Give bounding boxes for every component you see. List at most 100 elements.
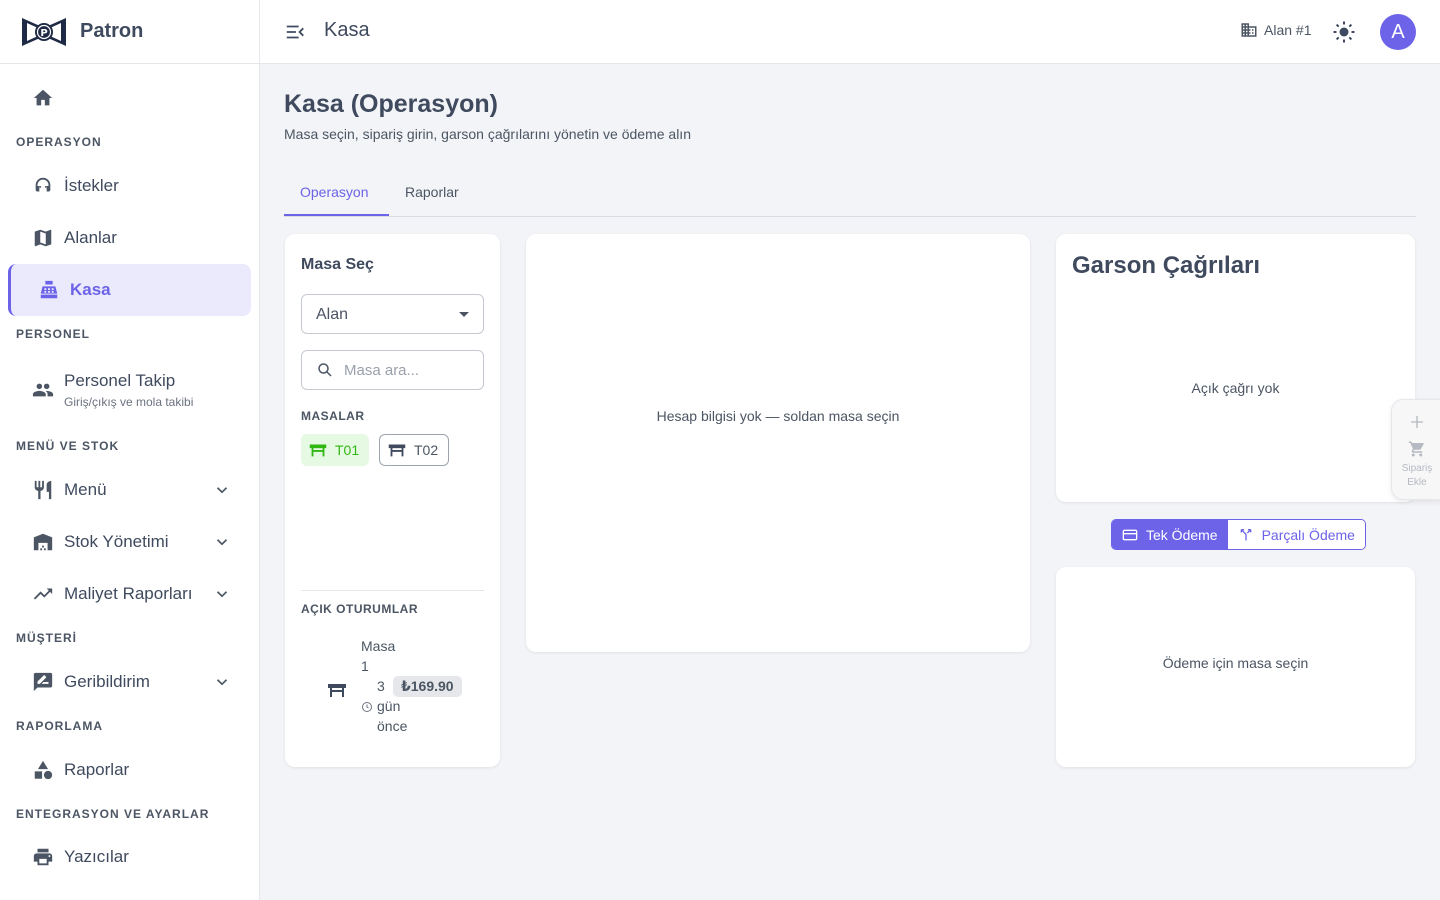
section-operasyon: OPERASYON: [16, 135, 102, 149]
search-icon: [318, 363, 332, 377]
chevron-down-icon: [216, 539, 228, 546]
sidebar: P Patron OPERASYON İstekler Alanlar Kasa…: [0, 0, 260, 900]
avatar[interactable]: A: [1380, 14, 1416, 50]
table-icon: [388, 444, 406, 457]
table-search: [301, 350, 484, 390]
area-dropdown[interactable]: Alan: [301, 294, 484, 334]
payment-card: Ödeme için masa seçin: [1056, 567, 1415, 767]
cash-register-icon: [40, 280, 58, 299]
call-split-icon: [1240, 528, 1251, 540]
sidebar-item-kasa[interactable]: Kasa: [8, 264, 251, 316]
svg-text:P: P: [40, 28, 47, 39]
tables-label: MASALAR: [301, 409, 365, 423]
caret-down-icon: [459, 312, 469, 317]
sidebar-item-geribildirim[interactable]: Geribildirim: [8, 656, 251, 708]
cart-icon: [1408, 441, 1424, 457]
area-dropdown-value: Alan: [316, 306, 349, 323]
chevron-down-icon: [216, 679, 228, 686]
sidebar-item-label: Personel Takip: [64, 371, 176, 390]
add-order-label: Sipariş Ekle: [1401, 463, 1433, 488]
section-menu-stok: MENÜ VE STOK: [16, 439, 120, 453]
clock-icon: [362, 702, 372, 712]
section-musteri: MÜŞTERİ: [16, 631, 77, 645]
payment-mode-toggle: Tek Ödeme Parçalı Ödeme: [1111, 519, 1366, 550]
tabs: Operasyon Raporlar: [284, 176, 1416, 217]
table-chip-t02[interactable]: T02: [379, 434, 450, 466]
sidebar-item-label: Stok Yönetimi: [64, 532, 169, 551]
sidebar-item-istekler[interactable]: İstekler: [8, 160, 251, 212]
sidebar-item-label: Menü: [64, 480, 107, 499]
sidebar-item-yazicilar[interactable]: Yazıcılar: [8, 831, 251, 883]
page-title: Kasa (Operasyon): [284, 90, 498, 118]
support-agent-icon: [35, 177, 51, 192]
printer-icon: [33, 848, 53, 866]
sidebar-item-raporlar[interactable]: Raporlar: [8, 744, 251, 796]
split-payment-label: Parçalı Ödeme: [1261, 526, 1355, 543]
masa-select-title: Masa Seç: [301, 256, 374, 273]
table-chip-label: T01: [335, 442, 360, 458]
account-empty-text: Hesap bilgisi yok — soldan masa seçin: [656, 408, 900, 424]
credit-card-icon: [1122, 529, 1138, 540]
sidebar-item-sublabel: Giriş/çıkış ve mola takibi: [64, 395, 194, 409]
people-icon: [32, 383, 54, 397]
sidebar-item-personel-takip[interactable]: Personel Takip Giriş/çıkış ve mola takib…: [8, 362, 251, 418]
section-entegrasyon: ENTEGRASYON VE AYARLAR: [16, 807, 210, 821]
table-chip-t01[interactable]: T01: [301, 434, 370, 466]
section-personel: PERSONEL: [16, 327, 91, 341]
plus-icon: [1411, 416, 1423, 428]
add-order-fab[interactable]: Sipariş Ekle: [1391, 399, 1440, 500]
sidebar-item-label: Maliyet Raporları: [64, 584, 193, 603]
sidebar-item-dashboard[interactable]: [8, 72, 251, 124]
payment-empty-text: Ödeme için masa seçin: [1162, 655, 1309, 671]
sidebar-item-alanlar[interactable]: Alanlar: [8, 212, 251, 264]
sidebar-item-menu[interactable]: Menü: [8, 464, 251, 516]
session-time-number: 3: [377, 678, 385, 694]
restaurant-icon: [34, 480, 52, 500]
rate-review-icon: [33, 672, 53, 692]
divider: [301, 590, 484, 591]
chevron-down-icon: [216, 487, 228, 494]
sidebar-item-label: Alanlar: [64, 228, 117, 247]
masa-select-card: Masa Seç Alan MASALAR T01 T02 AÇIK OTURU…: [285, 234, 500, 767]
sidebar-item-maliyet[interactable]: Maliyet Raporları: [8, 568, 251, 620]
table-icon: [309, 444, 327, 457]
topbar: Kasa Alan #1 A: [260, 0, 1440, 64]
waiter-calls-empty-text: Açık çağrı yok: [1191, 380, 1280, 396]
waiter-calls-card: Garson Çağrıları Açık çağrı yok: [1056, 234, 1415, 502]
open-sessions-label: AÇIK OTURUMLAR: [301, 602, 418, 616]
account-card: Hesap bilgisi yok — soldan masa seçin: [526, 234, 1030, 652]
page-subtitle: Masa seçin, sipariş girin, garson çağrıl…: [284, 126, 691, 142]
session-time-text: gün önce: [377, 698, 408, 734]
trending-up-icon: [33, 588, 53, 600]
map-icon: [34, 229, 52, 247]
waiter-calls-title: Garson Çağrıları: [1072, 252, 1261, 279]
section-raporlama: RAPORLAMA: [16, 719, 103, 733]
menu-collapse-icon[interactable]: [284, 21, 306, 43]
home-icon: [33, 89, 53, 106]
brand-name: Patron: [80, 20, 144, 42]
session-name: Masa 1: [361, 638, 396, 674]
brand[interactable]: P Patron: [0, 0, 259, 64]
sun-icon[interactable]: [1332, 20, 1356, 44]
sidebar-item-label: Yazıcılar: [64, 847, 129, 866]
sidebar-item-label: Kasa: [70, 280, 111, 299]
session-amount-badge: ₺169.90: [393, 676, 462, 697]
chevron-down-icon: [216, 591, 228, 598]
sidebar-item-label: Geribildirim: [64, 672, 150, 691]
area-selector[interactable]: Alan #1: [1240, 21, 1311, 39]
table-search-input[interactable]: [344, 361, 474, 379]
sidebar-item-stok[interactable]: Stok Yönetimi: [8, 516, 251, 568]
topbar-title: Kasa: [324, 19, 370, 41]
building-icon: [1241, 23, 1257, 37]
category-icon: [34, 760, 53, 780]
tab-operasyon[interactable]: Operasyon: [284, 176, 389, 216]
split-payment-button[interactable]: Parçalı Ödeme: [1227, 520, 1365, 549]
warehouse-icon: [33, 533, 53, 551]
patron-logo-icon: P: [22, 17, 66, 46]
tab-raporlar[interactable]: Raporlar: [389, 176, 475, 216]
table-icon: [328, 684, 346, 697]
table-chip-label: T02: [414, 442, 439, 458]
sidebar-item-label: İstekler: [64, 176, 119, 195]
single-payment-button[interactable]: Tek Ödeme: [1112, 520, 1228, 549]
sidebar-item-label: Raporlar: [64, 760, 130, 779]
